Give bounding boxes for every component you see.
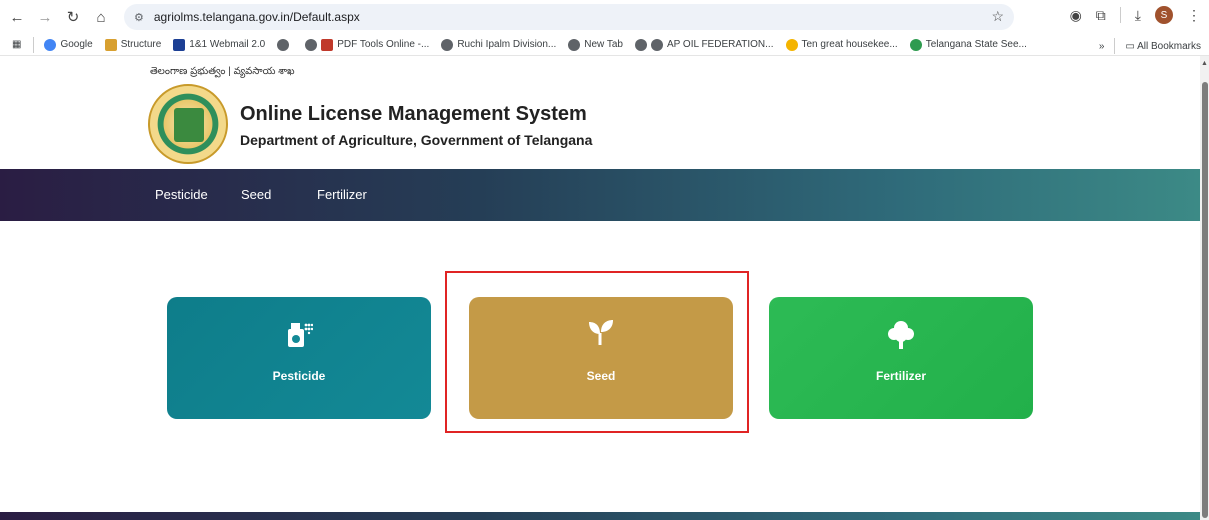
bookmark-globe[interactable]: [277, 38, 293, 51]
webmail-icon: [173, 38, 186, 51]
menu-icon[interactable]: ⋮: [1187, 7, 1201, 24]
page-scrollbar[interactable]: ▲: [1200, 56, 1209, 520]
site-info-icon[interactable]: ⚙: [134, 11, 144, 24]
download-icon[interactable]: ⤓: [1135, 7, 1141, 24]
bookmark-structure[interactable]: Structure: [104, 38, 161, 51]
bookmarks-bar: ▦ Google Structure 1&1 Webmail 2.0 PDF T…: [0, 34, 1209, 56]
nav-pesticide[interactable]: Pesticide: [155, 187, 208, 202]
globe-icon: [568, 38, 581, 51]
bookmark-webmail[interactable]: 1&1 Webmail 2.0: [173, 38, 265, 51]
address-bar[interactable]: ⚙ agriolms.telangana.gov.in/Default.aspx…: [124, 4, 1014, 30]
globe-icon: [441, 38, 454, 51]
google-icon: [44, 38, 57, 51]
profile-avatar[interactable]: S: [1155, 6, 1173, 24]
folder-icon: ▭: [1125, 40, 1135, 52]
bookmark-ap-oil[interactable]: AP OIL FEDERATION...: [634, 38, 774, 51]
footer-bar: [0, 512, 1200, 520]
card-label: Fertilizer: [875, 369, 926, 383]
page-content: తెలంగాణ ప్రభుత్వం | వ్యవసాయ శాఖ Online L…: [0, 56, 1200, 520]
scrollbar-thumb[interactable]: [1202, 82, 1208, 518]
telugu-header: తెలంగాణ ప్రభుత్వం | వ్యవసాయ శాఖ: [150, 66, 295, 77]
divider: [33, 36, 35, 53]
globe-icon: [305, 38, 318, 51]
nav-fertilizer[interactable]: Fertilizer: [317, 187, 367, 202]
camera-icon[interactable]: ◉: [1070, 7, 1082, 24]
back-icon[interactable]: ←: [6, 6, 28, 28]
nav-seed[interactable]: Seed: [241, 187, 271, 202]
globe-icon: [650, 38, 663, 51]
globe-icon: [277, 38, 290, 51]
home-icon[interactable]: ⌂: [90, 6, 112, 28]
scroll-up-icon[interactable]: ▲: [1201, 60, 1208, 67]
bookmark-housekeeping[interactable]: Ten great housekee...: [785, 38, 898, 51]
url-text: agriolms.telangana.gov.in/Default.aspx: [153, 10, 360, 24]
bulb-icon: [785, 38, 798, 51]
main-nav: Pesticide Seed Fertilizer: [0, 169, 1200, 221]
reload-icon[interactable]: ↻: [62, 6, 84, 28]
telangana-emblem-logo: [148, 84, 228, 164]
bookmarks-overflow[interactable]: »: [1099, 41, 1105, 52]
apps-icon[interactable]: ▦: [12, 39, 21, 50]
bookmark-pdf-tools[interactable]: PDF Tools Online -...: [305, 38, 429, 51]
highlight-box: [445, 271, 749, 433]
emblem-center: [174, 108, 204, 142]
forward-icon[interactable]: →: [34, 6, 56, 28]
globe-icon: [634, 38, 647, 51]
star-icon[interactable]: ☆: [991, 8, 1004, 25]
all-bookmarks[interactable]: ▭ All Bookmarks: [1125, 41, 1201, 52]
card-fertilizer[interactable]: Fertilizer: [769, 297, 1033, 419]
page-title: Online License Management System: [240, 103, 587, 125]
card-label: Pesticide: [272, 369, 326, 383]
structure-icon: [104, 38, 117, 51]
bookmark-google[interactable]: Google: [44, 38, 93, 51]
divider: [1119, 7, 1121, 23]
bookmark-ruchi[interactable]: Ruchi Ipalm Division...: [441, 38, 556, 51]
card-pesticide[interactable]: Pesticide: [167, 297, 431, 419]
bookmark-new-tab[interactable]: New Tab: [568, 38, 623, 51]
seal-icon: [909, 38, 922, 51]
pdf-icon: [321, 38, 334, 51]
spray-bottle-icon: [288, 323, 313, 347]
divider: [1114, 38, 1116, 54]
bookmark-telangana-seed[interactable]: Telangana State See...: [909, 38, 1027, 51]
extensions-icon[interactable]: ⧉: [1096, 7, 1106, 24]
browser-toolbar: ← → ↻ ⌂ ⚙ agriolms.telangana.gov.in/Defa…: [0, 0, 1209, 34]
tree-icon: [888, 321, 914, 349]
page-subtitle: Department of Agriculture, Government of…: [240, 132, 593, 148]
